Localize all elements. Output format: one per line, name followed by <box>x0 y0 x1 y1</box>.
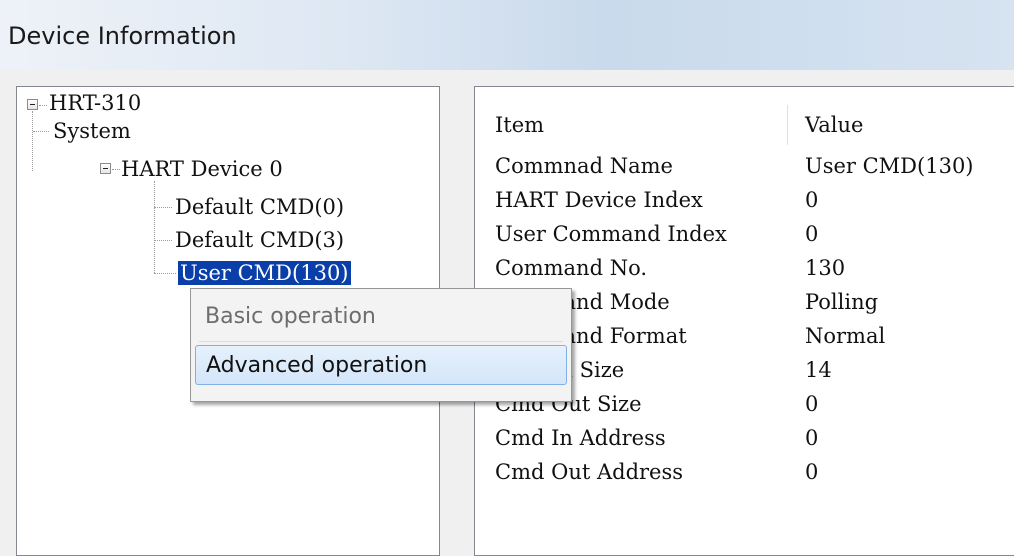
row-item: User Command Index <box>495 222 727 246</box>
row-value: 0 <box>805 426 819 450</box>
row-value: 0 <box>805 222 819 246</box>
row-item: Cmd Out Address <box>495 460 684 484</box>
tree-node-default-cmd-3[interactable]: Default CMD(3) <box>175 228 344 252</box>
collapse-icon[interactable] <box>27 99 38 110</box>
table-row[interactable]: Cmd In Address 0 <box>475 421 1014 455</box>
column-header-value[interactable]: Value <box>805 105 863 149</box>
column-divider[interactable] <box>787 105 788 145</box>
table-row[interactable]: User Command Index 0 <box>475 217 1014 251</box>
row-value: 130 <box>805 256 846 280</box>
row-value: Polling <box>805 290 879 314</box>
collapse-icon[interactable] <box>100 163 111 174</box>
menu-item-advanced-operation[interactable]: Advanced operation <box>195 345 567 385</box>
tree-node-root[interactable]: HRT-310 <box>49 91 141 115</box>
row-value: 0 <box>805 188 819 212</box>
table-row[interactable]: Cmd Out Address 0 <box>475 455 1014 489</box>
row-value: 14 <box>805 358 832 382</box>
row-value: 0 <box>805 392 819 416</box>
window-titlebar: Device Information <box>0 0 1014 70</box>
row-value: 0 <box>805 460 819 484</box>
column-header-item[interactable]: Item <box>495 105 544 149</box>
row-item: HART Device Index <box>495 188 703 212</box>
tree-node-system[interactable]: System <box>53 119 131 143</box>
row-item: Cmd In Address <box>495 426 666 450</box>
menu-separator <box>199 341 563 342</box>
row-value: Normal <box>805 324 886 348</box>
row-item: Command No. <box>495 256 648 280</box>
tree-node-default-cmd-0[interactable]: Default CMD(0) <box>175 195 344 219</box>
table-row[interactable]: HART Device Index 0 <box>475 183 1014 217</box>
context-menu: Basic operation Advanced operation <box>190 288 572 402</box>
menu-item-basic-operation[interactable]: Basic operation <box>195 297 567 337</box>
row-item: Commnad Name <box>495 154 673 178</box>
table-row[interactable]: Command No. 130 <box>475 251 1014 285</box>
tree-node-device[interactable]: HART Device 0 <box>121 157 283 181</box>
tree-node-user-cmd-130[interactable]: User CMD(130) <box>178 261 351 285</box>
window-title: Device Information <box>8 22 237 50</box>
row-value: User CMD(130) <box>805 154 974 178</box>
table-row[interactable]: Commnad Name User CMD(130) <box>475 149 1014 183</box>
